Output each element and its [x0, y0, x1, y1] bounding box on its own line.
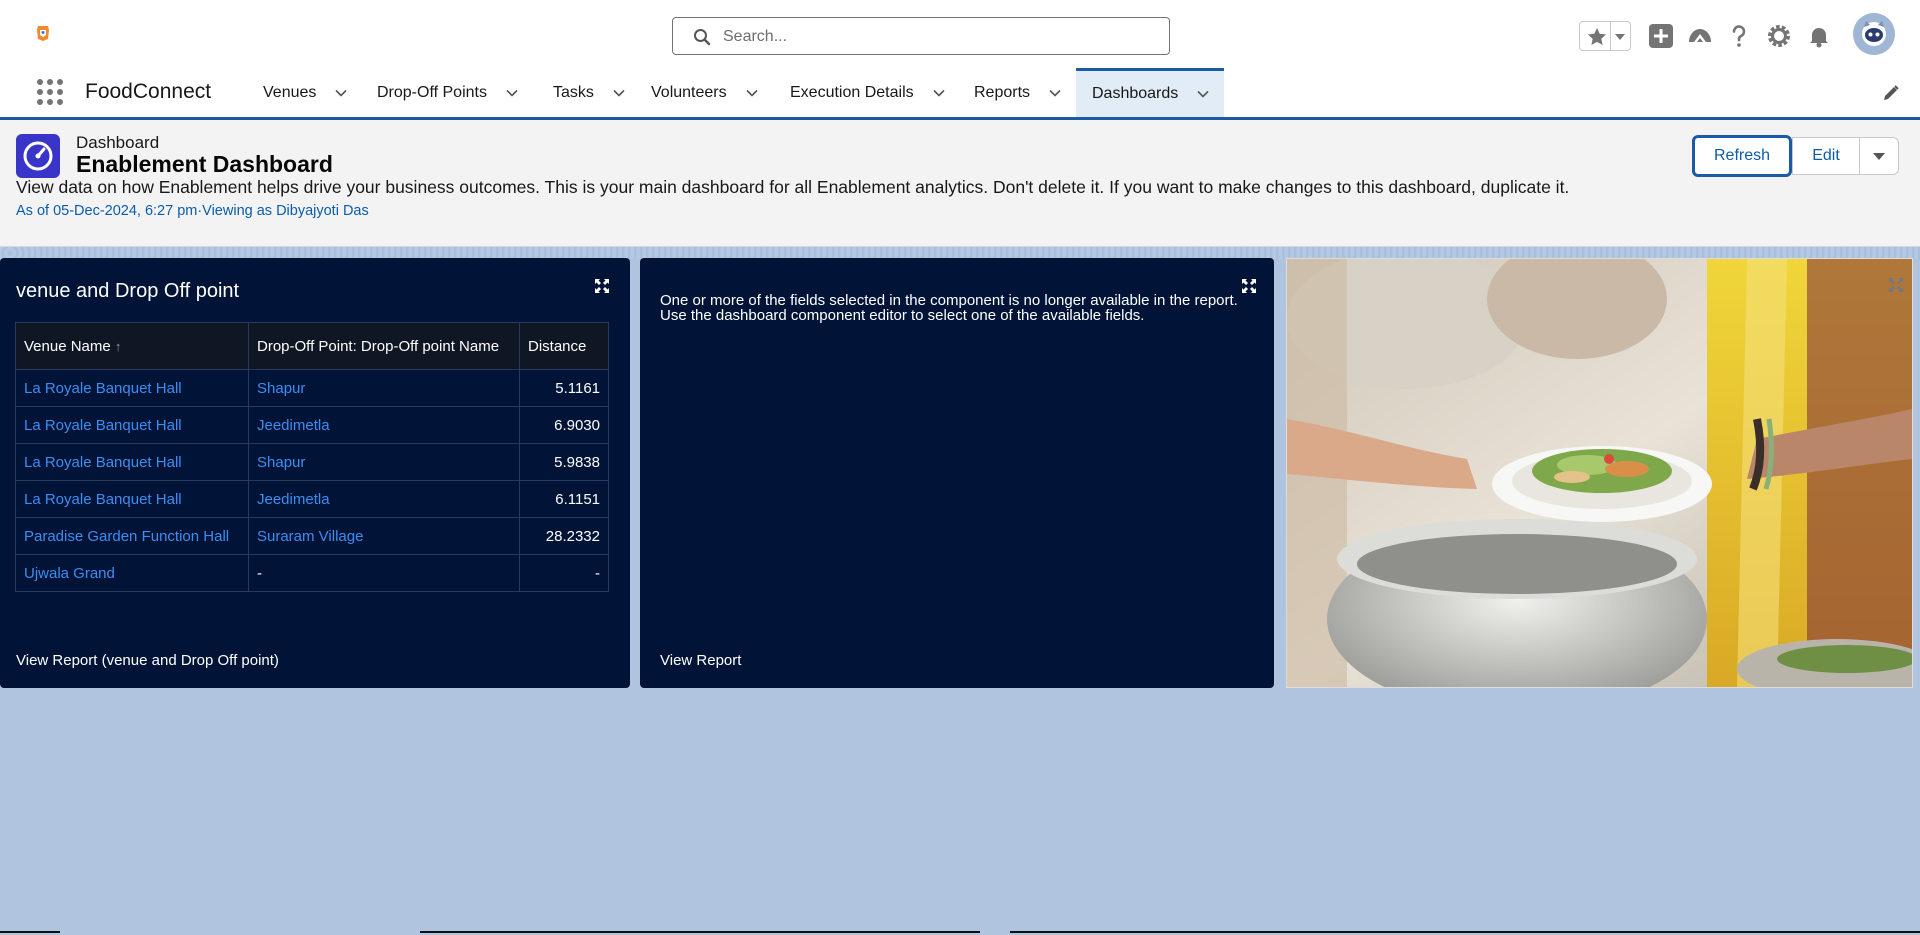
tab-label: Dashboards — [1092, 85, 1179, 102]
chevron-down-icon — [1615, 34, 1625, 40]
venue-link[interactable]: Ujwala Grand — [15, 554, 249, 592]
chevron-down-icon — [1873, 153, 1885, 160]
app-launcher-icon[interactable] — [36, 78, 64, 106]
user-avatar[interactable] — [1853, 13, 1895, 55]
venue-link[interactable]: La Royale Banquet Hall — [15, 369, 249, 407]
distance-cell: 5.9838 — [519, 443, 609, 481]
chevron-down-icon[interactable] — [505, 86, 519, 100]
tab-execution-details[interactable]: Execution Details — [790, 68, 946, 117]
record-type-label: Dashboard — [76, 133, 160, 152]
food-photo — [1287, 259, 1912, 687]
distance-cell: 6.9030 — [519, 406, 609, 444]
app-logo-icon[interactable] — [36, 25, 50, 41]
table-row: La Royale Banquet Hall Jeedimetla 6.9030 — [15, 406, 609, 444]
chevron-down-icon[interactable] — [932, 86, 946, 100]
gear-icon[interactable] — [1765, 22, 1793, 50]
column-header-venue-name[interactable]: Venue Name ↑ — [15, 322, 249, 370]
chevron-down-icon[interactable] — [612, 86, 626, 100]
search-input[interactable] — [721, 24, 1155, 50]
star-icon — [1588, 28, 1606, 45]
expand-icon[interactable] — [594, 278, 610, 294]
tab-venues[interactable]: Venues — [263, 68, 348, 117]
dropoff-link[interactable]: Shapur — [248, 369, 520, 407]
table-row: La Royale Banquet Hall Shapur 5.1161 — [15, 369, 609, 407]
chevron-down-icon[interactable] — [745, 86, 759, 100]
table-header-row: Venue Name ↑ Drop-Off Point: Drop-Off po… — [15, 322, 609, 370]
dropoff-link[interactable]: Shapur — [248, 443, 520, 481]
venue-dropoff-table: Venue Name ↑ Drop-Off Point: Drop-Off po… — [15, 322, 609, 592]
chevron-down-icon[interactable] — [1048, 86, 1062, 100]
sort-ascending-icon: ↑ — [114, 338, 122, 354]
app-name: FoodConnect — [85, 80, 212, 103]
more-actions-button[interactable] — [1859, 137, 1899, 175]
dashboard-description: View data on how Enablement helps drive … — [16, 177, 1570, 197]
tab-label: Volunteers — [651, 83, 727, 101]
tab-label: Reports — [974, 83, 1031, 101]
page-title: Enablement Dashboard — [76, 151, 333, 177]
tab-dashboards[interactable]: Dashboards — [1076, 68, 1224, 117]
astro-avatar-icon — [1853, 13, 1895, 55]
column-header-dropoff-name[interactable]: Drop-Off Point: Drop-Off point Name — [248, 322, 520, 370]
table-row: Ujwala Grand - - — [15, 554, 609, 592]
dashboard-meta[interactable]: As of 05-Dec-2024, 6:27 pm·Viewing as Di… — [16, 203, 369, 219]
distance-cell: 6.1151 — [519, 480, 609, 518]
tab-label: Execution Details — [790, 83, 914, 101]
venue-link[interactable]: La Royale Banquet Hall — [15, 406, 249, 444]
venue-link[interactable]: La Royale Banquet Hall — [15, 443, 249, 481]
tab-reports[interactable]: Reports — [974, 68, 1062, 117]
component-title: venue and Drop Off point — [16, 280, 240, 302]
component-error-message: One or more of the fields selected in th… — [660, 292, 1238, 324]
error-component: One or more of the fields selected in th… — [640, 258, 1274, 688]
edit-nav-pencil-icon[interactable] — [1882, 84, 1900, 102]
dropoff-link[interactable]: Suraram Village — [248, 517, 520, 555]
food-serving-image — [1286, 258, 1913, 688]
table-row: La Royale Banquet Hall Shapur 5.9838 — [15, 443, 609, 481]
venue-link[interactable]: La Royale Banquet Hall — [15, 480, 249, 518]
trailhead-icon[interactable] — [1686, 22, 1714, 50]
app-nav-bar: FoodConnect Venues Drop-Off Points Tasks… — [0, 68, 1920, 120]
view-report-link[interactable]: View Report — [660, 652, 741, 669]
tab-tasks[interactable]: Tasks — [553, 68, 626, 117]
bottom-strip — [0, 931, 1920, 935]
expand-icon[interactable] — [1241, 278, 1257, 294]
edit-button[interactable]: Edit — [1792, 137, 1860, 175]
dashboard-header: Dashboard Enablement Dashboard View data… — [0, 120, 1920, 247]
distance-cell: 5.1161 — [519, 369, 609, 407]
dashboard-icon — [16, 134, 60, 178]
venue-dropoff-component: venue and Drop Off point Venue Name ↑ Dr… — [0, 258, 630, 688]
dropoff-cell: - — [248, 554, 520, 592]
chevron-down-icon[interactable] — [334, 86, 348, 100]
distance-cell: - — [519, 554, 609, 592]
distance-cell: 28.2332 — [519, 517, 609, 555]
table-row: Paradise Garden Function Hall Suraram Vi… — [15, 517, 609, 555]
tab-label: Drop-Off Points — [377, 83, 487, 101]
expand-icon[interactable] — [1888, 277, 1904, 293]
column-header-distance[interactable]: Distance — [519, 322, 609, 370]
favorites-button[interactable] — [1579, 21, 1631, 51]
notifications-bell-icon[interactable] — [1805, 22, 1833, 50]
add-icon[interactable] — [1647, 22, 1675, 50]
refresh-button[interactable]: Refresh — [1692, 135, 1792, 177]
tab-drop-off-points[interactable]: Drop-Off Points — [377, 68, 519, 117]
help-icon[interactable] — [1725, 22, 1753, 50]
chevron-down-icon[interactable] — [1196, 87, 1210, 101]
tab-label: Venues — [263, 83, 317, 101]
view-report-link[interactable]: View Report (venue and Drop Off point) — [16, 652, 279, 669]
tab-label: Tasks — [553, 83, 594, 101]
dropoff-link[interactable]: Jeedimetla — [248, 480, 520, 518]
global-header — [0, 0, 1920, 68]
table-row: La Royale Banquet Hall Jeedimetla 6.1151 — [15, 480, 609, 518]
global-search[interactable] — [672, 17, 1170, 55]
dropoff-link[interactable]: Jeedimetla — [248, 406, 520, 444]
search-icon — [694, 29, 711, 46]
tab-volunteers[interactable]: Volunteers — [651, 68, 759, 117]
venue-link[interactable]: Paradise Garden Function Hall — [15, 517, 249, 555]
